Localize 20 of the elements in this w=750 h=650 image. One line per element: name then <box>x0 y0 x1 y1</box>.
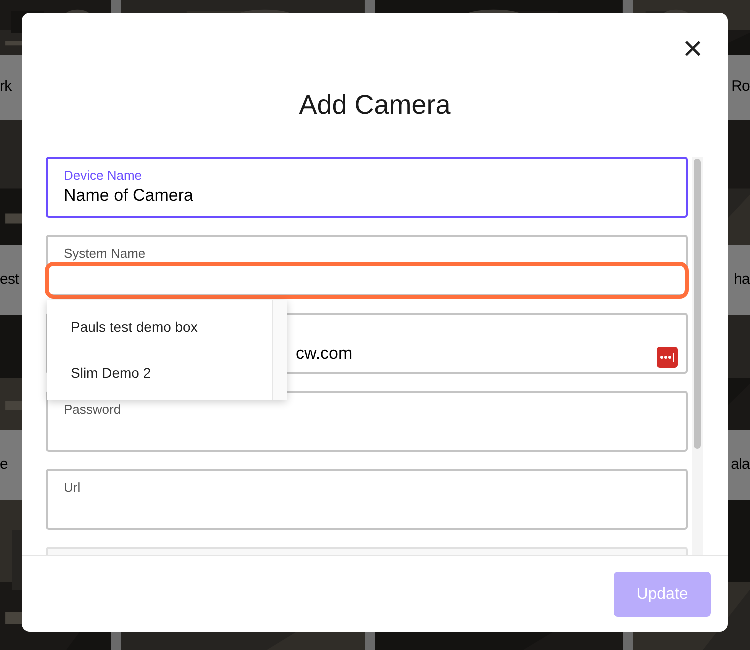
field-value: Name of Camera <box>64 185 194 207</box>
text-field[interactable]: Password <box>46 391 688 452</box>
camera-name: Ro <box>732 77 750 98</box>
camera-name: e <box>0 454 8 475</box>
field-label: Password <box>64 402 122 418</box>
text-field[interactable]: Device Name Name of Camera <box>46 157 688 218</box>
field-label: System Name <box>64 246 147 262</box>
camera-name: ha <box>734 270 750 290</box>
text-field[interactable]: System Name <box>46 235 688 296</box>
scrollbar-thumb[interactable] <box>694 159 701 449</box>
camera-name: rk <box>0 77 12 98</box>
dialog-title: Add Camera <box>299 89 451 122</box>
password-manager-icon[interactable] <box>657 347 678 368</box>
camera-name: ala <box>731 454 750 475</box>
text-field[interactable]: Url <box>46 469 688 530</box>
field-label: Device Name <box>64 168 144 184</box>
camera-name: est <box>0 270 19 290</box>
field-label: Url <box>64 480 82 496</box>
field-value: cw.com <box>296 343 353 365</box>
close-button[interactable]: × <box>683 35 703 63</box>
